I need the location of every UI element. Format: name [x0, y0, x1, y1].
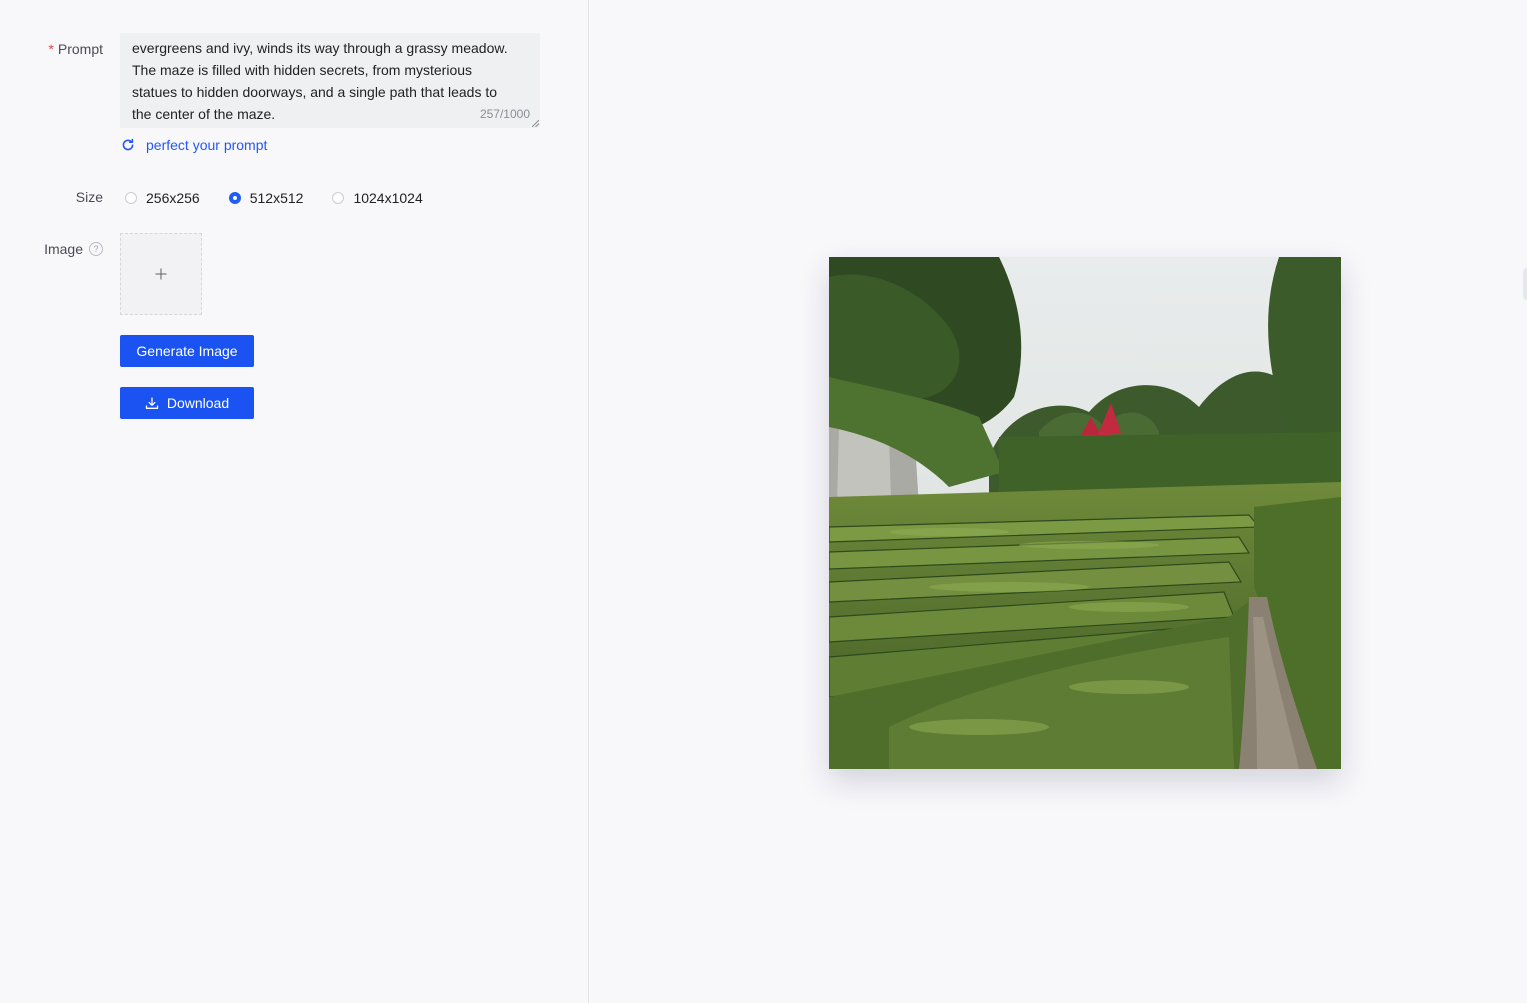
refresh-icon: [122, 138, 134, 151]
radio-checked-icon[interactable]: [228, 192, 241, 204]
download-label: Download: [166, 395, 230, 411]
radio-unchecked-icon[interactable]: [332, 192, 345, 204]
size-option-label: 1024x1024: [353, 190, 423, 206]
size-option-256[interactable]: 256x256: [120, 190, 200, 206]
radio-unchecked-icon[interactable]: [125, 192, 137, 204]
char-count: 257/1000: [479, 107, 530, 121]
generate-image-button[interactable]: Generate Image: [120, 335, 254, 367]
size-option-512[interactable]: 512x512: [224, 190, 304, 206]
download-icon: [145, 397, 159, 409]
image-upload[interactable]: [120, 233, 202, 315]
required-marker: *: [48, 41, 54, 57]
size-label: Size: [75, 189, 103, 205]
preview-panel: [589, 0, 1527, 1003]
question-circle-icon[interactable]: ?: [89, 242, 103, 257]
prompt-text[interactable]: evergreens and ivy, winds its way throug…: [132, 37, 528, 125]
generate-image-label: Generate Image: [136, 343, 238, 359]
image-generator-app: * Prompt evergreens and ivy, winds its wa…: [0, 0, 1527, 1003]
size-option-label: 256x256: [146, 190, 200, 206]
perfect-prompt-label[interactable]: perfect your prompt: [146, 137, 267, 153]
plus-icon: [155, 268, 167, 280]
size-option-1024[interactable]: 1024x1024: [327, 190, 423, 206]
hedge-maze-illustration: [829, 257, 1341, 769]
download-button[interactable]: Download: [120, 387, 254, 419]
collapse-handle[interactable]: [1523, 268, 1527, 300]
size-option-label: 512x512: [249, 190, 304, 206]
size-radio-group: 256x256 512x512 1024x1024: [120, 187, 447, 209]
prompt-label: * Prompt: [0, 38, 103, 60]
prompt-label-text: Prompt: [57, 41, 103, 57]
resize-grip-icon[interactable]: [532, 120, 539, 127]
generated-image: [829, 257, 1341, 769]
image-label: Image?: [0, 238, 103, 260]
prompt-textarea[interactable]: evergreens and ivy, winds its way throug…: [120, 33, 540, 128]
settings-panel: * Prompt evergreens and ivy, winds its wa…: [0, 0, 589, 1003]
perfect-prompt-link[interactable]: perfect your prompt: [120, 135, 267, 155]
image-label-text: Image: [44, 241, 83, 257]
